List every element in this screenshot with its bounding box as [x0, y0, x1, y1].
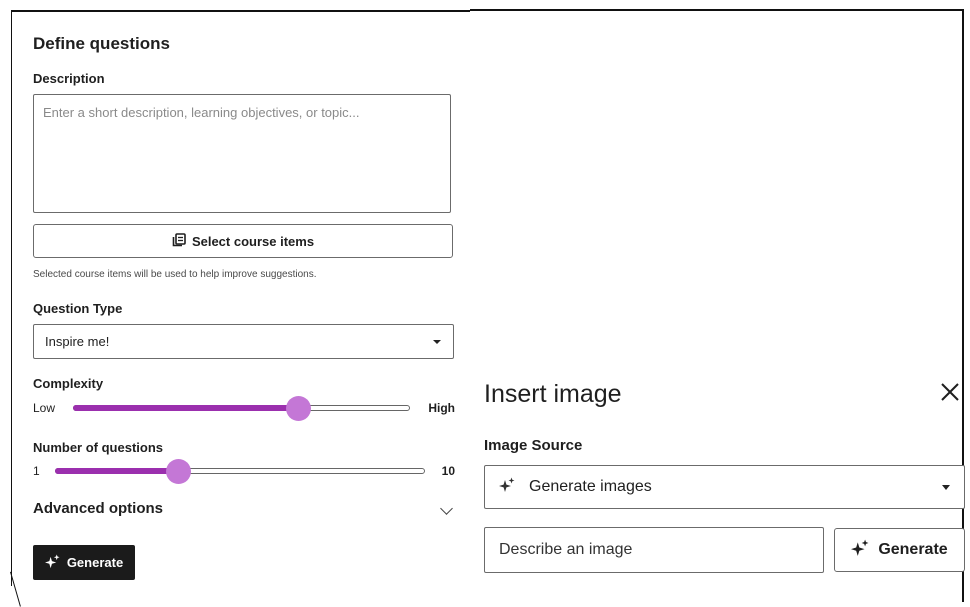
- frame-top-edge-left: [11, 10, 470, 12]
- describe-image-input[interactable]: [484, 527, 824, 573]
- sparkle-icon: [499, 477, 515, 498]
- close-icon[interactable]: [939, 381, 961, 403]
- course-items-hint: Selected course items will be used to he…: [33, 269, 317, 280]
- questions-min-label: 1: [33, 464, 40, 478]
- image-source-label: Image Source: [484, 437, 583, 454]
- generate-questions-button[interactable]: Generate: [33, 545, 135, 580]
- sparkle-icon: [44, 553, 60, 572]
- chevron-down-icon: [942, 484, 950, 490]
- insert-image-title: Insert image: [484, 380, 622, 408]
- complexity-fill: [73, 405, 299, 411]
- select-course-items-label: Select course items: [191, 233, 315, 249]
- complexity-thumb[interactable]: [286, 396, 312, 421]
- question-type-label: Question Type: [33, 301, 123, 316]
- course-items-icon: [172, 232, 186, 250]
- frame-corner-line: [10, 571, 21, 607]
- complexity-low-label: Low: [33, 401, 56, 415]
- image-source-value: Generate images: [529, 478, 652, 495]
- advanced-options-label[interactable]: Advanced options: [33, 500, 163, 517]
- image-source-select[interactable]: Generate images: [484, 465, 965, 509]
- question-type-select[interactable]: Inspire me!: [33, 324, 454, 359]
- frame-top-edge-right: [470, 9, 964, 11]
- questions-fill: [55, 468, 179, 474]
- panel-title: Define questions: [33, 34, 170, 53]
- insert-image-panel: Insert image Image Source Generate image…: [484, 373, 965, 602]
- generate-label: Generate: [66, 555, 124, 570]
- number-of-questions-label: Number of questions: [33, 440, 164, 455]
- chevron-down-icon[interactable]: [440, 502, 453, 515]
- generate-image-button[interactable]: Generate: [834, 528, 965, 572]
- questions-thumb[interactable]: [165, 459, 191, 484]
- generate-label: Generate: [878, 541, 948, 558]
- complexity-high-label: High: [428, 401, 455, 415]
- select-course-items-button[interactable]: Select course items: [33, 224, 453, 258]
- description-input[interactable]: [33, 94, 451, 213]
- sparkle-icon: [851, 539, 869, 562]
- complexity-label: Complexity: [33, 376, 104, 391]
- question-type-value: Inspire me!: [45, 334, 110, 349]
- description-label: Description: [33, 71, 105, 86]
- frame-left-edge: [11, 10, 12, 586]
- number-of-questions-slider: 1 10: [33, 459, 455, 484]
- questions-max-label: 10: [441, 464, 455, 478]
- complexity-slider: Low High: [33, 396, 455, 421]
- chevron-down-icon: [433, 339, 441, 344]
